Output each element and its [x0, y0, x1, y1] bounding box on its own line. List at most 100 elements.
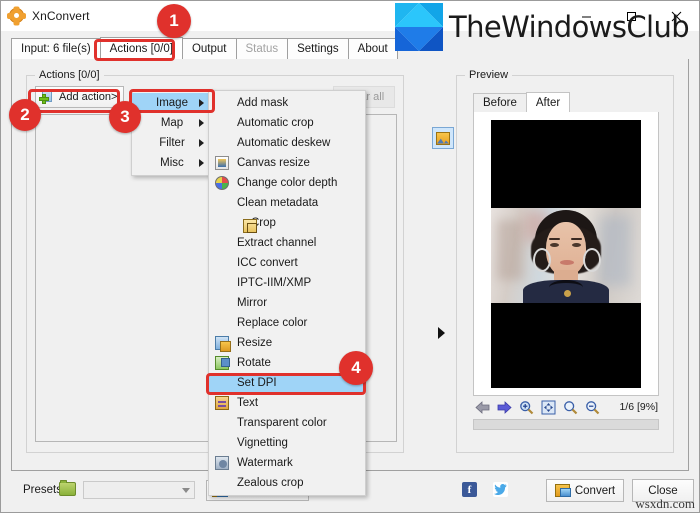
- menu-item-extract-channel-label: Extract channel: [237, 237, 317, 249]
- menu-item-change-color-depth[interactable]: Change color depth: [209, 173, 365, 193]
- convert-icon: [554, 484, 571, 497]
- tab-input[interactable]: Input: 6 file(s): [11, 38, 101, 59]
- menu-item-icc-convert[interactable]: ICC convert: [209, 253, 365, 273]
- zoom-actual-icon[interactable]: [561, 398, 579, 416]
- add-action-icon: [39, 90, 55, 104]
- menu-item-add-mask[interactable]: Add mask: [209, 93, 365, 113]
- tab-actions-label: Actions [0/0]: [109, 42, 173, 55]
- menu-item-mirror[interactable]: Mirror: [209, 293, 365, 313]
- close-label: Close: [648, 484, 678, 497]
- menu-item-clean-metadata[interactable]: Clean metadata: [209, 193, 365, 213]
- crop-icon: [243, 219, 257, 233]
- tab-about[interactable]: About: [347, 38, 398, 59]
- menu-item-resize-label: Resize: [237, 337, 273, 349]
- convert-label: Convert: [574, 484, 616, 497]
- tab-after-label: After: [535, 96, 561, 109]
- tab-before-label: Before: [483, 97, 517, 109]
- collapse-arrow-icon[interactable]: [438, 327, 445, 339]
- menu-item-automatic-deskew[interactable]: Automatic deskew: [209, 133, 365, 153]
- tab-input-label: Input: 6 file(s): [21, 43, 91, 55]
- menu-item-transparent-color-label: Transparent color: [237, 417, 327, 429]
- rotate-icon: [215, 356, 230, 370]
- preview-group-title: Preview: [465, 69, 513, 81]
- menu-item-text-label: Text: [237, 397, 259, 409]
- zoom-out-icon[interactable]: [583, 398, 601, 416]
- fit-to-window-icon[interactable]: [539, 398, 557, 416]
- canvas-resize-icon: [215, 156, 229, 170]
- facebook-glyph: f: [467, 483, 472, 496]
- submenu-arrow-icon: [199, 139, 204, 147]
- add-action-label: Add action>: [59, 91, 118, 103]
- menu-item-watermark[interactable]: Watermark: [209, 453, 365, 473]
- menu-item-text[interactable]: Text: [209, 393, 365, 413]
- annotation-circle-2: 2: [9, 99, 41, 131]
- arrow-right-icon[interactable]: [495, 398, 513, 416]
- menu-item-watermark-label: Watermark: [237, 457, 293, 469]
- menu-item-filter[interactable]: Filter: [132, 133, 212, 153]
- menu-item-resize[interactable]: Resize: [209, 333, 365, 353]
- tab-output[interactable]: Output: [181, 38, 237, 59]
- menu-item-misc[interactable]: Misc: [132, 153, 212, 173]
- menu-item-set-dpi-label: Set DPI: [237, 377, 277, 389]
- menu-item-automatic-crop[interactable]: Automatic crop: [209, 113, 365, 133]
- facebook-icon[interactable]: f: [462, 482, 477, 497]
- menu-item-zealous-crop[interactable]: Zealous crop: [209, 473, 365, 493]
- arrow-left-icon[interactable]: [473, 398, 491, 416]
- add-action-menu[interactable]: Image Map Filter Misc: [131, 90, 213, 176]
- preview-zoom-status: 1/6 [9%]: [619, 401, 658, 413]
- menu-item-image[interactable]: Image: [132, 93, 212, 113]
- preview-canvas[interactable]: [473, 112, 659, 396]
- menu-item-clean-metadata-label: Clean metadata: [237, 197, 319, 209]
- tab-about-label: About: [357, 43, 388, 55]
- actions-group-title: Actions [0/0]: [35, 69, 104, 81]
- convert-button[interactable]: Convert: [546, 479, 624, 502]
- preview-scrollbar[interactable]: [473, 419, 659, 430]
- menu-item-transparent-color[interactable]: Transparent color: [209, 413, 365, 433]
- brand-text: TheWindowsClub: [449, 10, 690, 44]
- folder-icon[interactable]: [59, 480, 76, 496]
- preview-toggle-icon[interactable]: [432, 127, 454, 149]
- menu-item-extract-channel[interactable]: Extract channel: [209, 233, 365, 253]
- app-gear-icon: [7, 8, 26, 24]
- color-depth-icon: [215, 176, 229, 190]
- tab-after[interactable]: After: [525, 92, 571, 112]
- watermark-icon: [215, 456, 229, 470]
- annotation-circle-4: 4: [339, 351, 373, 385]
- preview-thumbnail: [491, 119, 641, 388]
- annotation-circle-3: 3: [109, 101, 141, 133]
- twitter-icon[interactable]: [493, 482, 508, 497]
- menu-item-rotate-label: Rotate: [237, 357, 271, 369]
- annotation-circle-4-label: 4: [351, 358, 361, 377]
- menu-item-canvas-resize[interactable]: Canvas resize: [209, 153, 365, 173]
- menu-item-automatic-crop-label: Automatic crop: [237, 117, 314, 129]
- preview-toolbar: 1/6 [9%]: [473, 397, 659, 417]
- tab-before[interactable]: Before: [473, 93, 527, 112]
- annotation-circle-1-label: 1: [169, 11, 179, 30]
- preview-tabstrip: Before After: [473, 92, 659, 113]
- menu-item-icc-convert-label: ICC convert: [237, 257, 298, 269]
- window-title: XnConvert: [32, 9, 90, 23]
- menu-item-crop[interactable]: Crop: [209, 213, 365, 233]
- image-submenu[interactable]: Add mask Automatic crop Automatic deskew…: [208, 90, 366, 496]
- tab-status-label: Status: [245, 43, 279, 55]
- menu-item-iptc-iim-xmp[interactable]: IPTC-IIM/XMP: [209, 273, 365, 293]
- resize-icon: [215, 336, 231, 352]
- tab-actions[interactable]: Actions [0/0]: [99, 37, 183, 59]
- tab-status: Status: [235, 38, 289, 59]
- menu-item-vignetting[interactable]: Vignetting: [209, 433, 365, 453]
- xnconvert-window: XnConvert Input: 6 file(s) Actions [0/0]…: [0, 0, 700, 513]
- zoom-in-icon[interactable]: [517, 398, 535, 416]
- submenu-arrow-icon: [199, 119, 204, 127]
- brand-overlay: TheWindowsClub: [395, 3, 690, 51]
- chevron-down-icon: [182, 487, 190, 493]
- add-action-button[interactable]: Add action>: [35, 86, 125, 108]
- preview-group-box: Preview Before After 1/6 [9%]: [456, 69, 674, 453]
- menu-item-replace-color[interactable]: Replace color: [209, 313, 365, 333]
- annotation-circle-1: 1: [157, 4, 191, 38]
- menu-item-replace-color-label: Replace color: [237, 317, 308, 329]
- menu-item-mirror-label: Mirror: [237, 297, 268, 309]
- presets-dropdown[interactable]: [83, 481, 195, 499]
- tab-settings[interactable]: Settings: [287, 38, 349, 59]
- menu-item-map[interactable]: Map: [132, 113, 212, 133]
- text-icon: [215, 396, 229, 410]
